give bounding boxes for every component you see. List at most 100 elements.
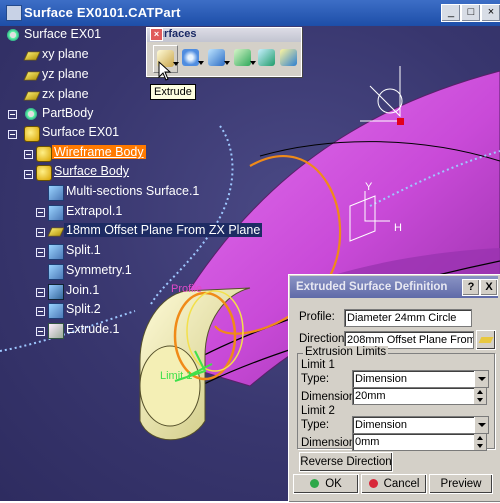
help-button[interactable]: ?	[462, 279, 480, 296]
limit1-type-select[interactable]: Dimension	[352, 370, 489, 388]
extrapol-icon	[48, 205, 64, 221]
spinner-icon[interactable]	[474, 388, 486, 404]
partbody-icon	[24, 107, 38, 121]
preview-button[interactable]: Preview	[429, 474, 493, 494]
revolve-icon	[182, 49, 199, 66]
expand-toggle[interactable]	[36, 307, 45, 316]
tree-item-split2[interactable]: Split.2	[48, 301, 138, 320]
tree-item-extrude[interactable]: Extrude.1	[48, 321, 148, 340]
expand-toggle[interactable]	[36, 327, 45, 336]
limit2-type-value: Dimension	[355, 419, 407, 431]
sweep-icon	[234, 49, 251, 66]
chevron-down-icon	[224, 61, 230, 65]
axis-label-h: H	[394, 222, 402, 234]
limit1-dimension-field[interactable]: 20mm	[352, 387, 487, 405]
mouse-cursor-icon	[158, 61, 172, 81]
cancel-button[interactable]: Cancel	[361, 474, 427, 494]
extrude-cylinder-end	[139, 345, 201, 427]
limit1-type-value: Dimension	[355, 373, 407, 385]
multi-sections-icon	[48, 185, 64, 201]
maximize-button[interactable]: □	[461, 4, 481, 22]
window-title: Surface EX0101.CATPart	[24, 5, 181, 20]
ok-label: OK	[325, 478, 342, 490]
catpart-icon	[6, 5, 22, 21]
extrude-icon	[48, 323, 64, 339]
toolbar-close-button[interactable]: ×	[150, 28, 163, 41]
tree-item-zx-plane[interactable]: zx plane	[23, 86, 144, 105]
window-titlebar[interactable]: Surface EX0101.CATPart _ □ ×	[0, 0, 500, 26]
expand-toggle[interactable]	[36, 208, 45, 217]
plane-icon	[47, 227, 65, 237]
profile-field[interactable]: Diameter 24mm Circle	[344, 309, 472, 327]
limit2-dimension-value: 0mm	[355, 436, 380, 448]
limit1-title: Limit 1	[301, 359, 335, 371]
tree-item-offset-plane[interactable]: 18mm Offset Plane From ZX Plane	[47, 222, 278, 241]
close-button[interactable]: ×	[481, 4, 500, 22]
cancel-icon	[368, 479, 378, 488]
expand-toggle[interactable]	[8, 110, 17, 119]
limit1-type-label: Type:	[301, 373, 330, 385]
ok-button[interactable]: OK	[293, 474, 359, 494]
expand-toggle[interactable]	[36, 248, 45, 257]
sweep-tool[interactable]	[231, 45, 256, 71]
tree-item-extrapol[interactable]: Extrapol.1	[48, 203, 158, 222]
tree-root[interactable]: Surface EX01	[6, 26, 146, 45]
plane-icon	[478, 337, 494, 343]
part-icon	[6, 28, 20, 42]
tree-item-join[interactable]: Join.1	[48, 282, 138, 301]
fill-icon	[258, 49, 275, 66]
origin-point	[397, 118, 404, 125]
dialog-titlebar[interactable]: Extruded Surface Definition ? X	[290, 276, 498, 298]
multi-sections-icon	[280, 49, 297, 66]
extrusion-limits-title: Extrusion Limits	[303, 346, 389, 358]
split-icon	[48, 244, 64, 260]
plane-icon	[23, 91, 41, 101]
tree-item-partbody[interactable]: PartBody	[24, 105, 144, 124]
tree-item-surface-ex01[interactable]: Surface EX01	[24, 124, 164, 143]
tree-item-symmetry[interactable]: Symmetry.1	[48, 262, 158, 281]
expand-toggle[interactable]	[8, 130, 17, 139]
tree-item-surface-body[interactable]: Surface Body	[36, 163, 156, 182]
tree-item-split1[interactable]: Split.1	[48, 242, 138, 261]
minimize-button[interactable]: _	[441, 4, 461, 22]
offset-icon	[208, 49, 225, 66]
tree-item-xy-plane[interactable]: xy plane	[23, 46, 144, 65]
chevron-down-icon	[474, 417, 488, 433]
reverse-direction-button[interactable]: Reverse Direction	[299, 452, 393, 472]
extruded-surface-dialog: Extruded Surface Definition ? X Profile:…	[288, 274, 500, 503]
symmetry-icon	[48, 264, 64, 280]
fill-tool[interactable]	[255, 45, 278, 71]
limit-tag: Limit 1	[160, 370, 193, 382]
expand-toggle[interactable]	[36, 228, 45, 237]
limit1-dimension-value: 20mm	[355, 390, 386, 402]
ok-icon	[310, 479, 320, 488]
limit2-title: Limit 2	[301, 405, 335, 417]
geometrical-set-icon	[36, 146, 52, 162]
limit2-type-select[interactable]: Dimension	[352, 416, 489, 434]
join-icon	[48, 284, 64, 300]
direction-plane-button[interactable]	[476, 330, 496, 350]
profile-label: Profile:	[299, 311, 335, 323]
dialog-close-button[interactable]: X	[480, 279, 498, 296]
profile-tag: Profile	[171, 283, 203, 295]
multi-sections-tool[interactable]	[277, 45, 300, 71]
offset-tool[interactable]	[205, 45, 230, 71]
tree-item-yz-plane[interactable]: yz plane	[23, 66, 144, 85]
tooltip: Extrude	[150, 84, 196, 100]
tree-item-multi-sections[interactable]: Multi-sections Surface.1	[48, 183, 218, 202]
expand-toggle[interactable]	[36, 288, 45, 297]
limit2-dimension-field[interactable]: 0mm	[352, 433, 487, 451]
spinner-icon[interactable]	[474, 434, 486, 450]
limit2-dimension-label: Dimension:	[301, 437, 359, 449]
toolbar-header[interactable]: Surfaces ×	[147, 28, 301, 42]
expand-toggle[interactable]	[24, 170, 33, 179]
cancel-label: Cancel	[383, 478, 420, 490]
direction-label: Direction:	[299, 333, 348, 345]
limit2-type-label: Type:	[301, 419, 330, 431]
revolve-tool[interactable]	[179, 45, 204, 71]
plane-icon	[23, 71, 41, 81]
chevron-down-icon	[198, 61, 204, 65]
dialog-title: Extruded Surface Definition	[296, 281, 448, 293]
tree-item-wireframe-body[interactable]: Wireframe Body	[36, 144, 166, 163]
expand-toggle[interactable]	[24, 150, 33, 159]
